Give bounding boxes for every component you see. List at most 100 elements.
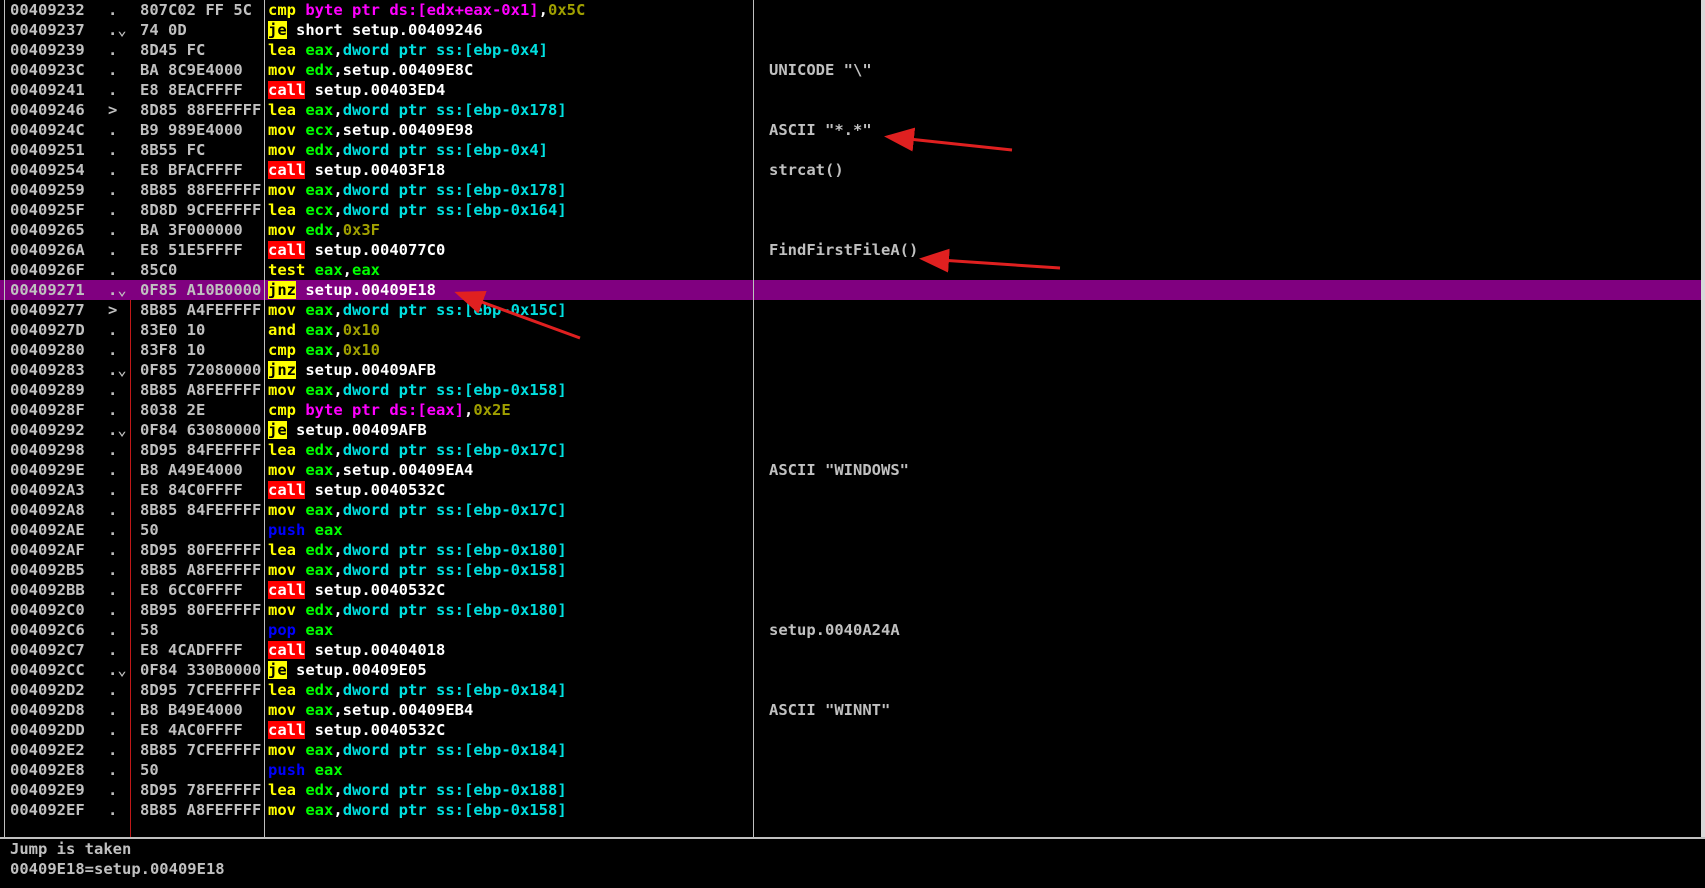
address-cell: 004092A3 bbox=[10, 481, 85, 499]
disassembly-row[interactable]: 0040929E. B8 A49E4000 mov eax,setup.00409E… bbox=[0, 460, 1705, 480]
operand: eax bbox=[314, 761, 343, 779]
vertical-scrollbar[interactable] bbox=[1701, 0, 1705, 837]
disassembly-row-selected[interactable]: 00409271 .⌄ 0F85 A10B0000 jnz setup.00409E1… bbox=[0, 280, 1705, 300]
disassembly-row[interactable]: 00409265. BA 3F000000 mov edx,0x3F bbox=[0, 220, 1705, 240]
mnemonic: call bbox=[268, 161, 306, 179]
disassembly-row[interactable]: 0040926F. 85C0 test eax,eax bbox=[0, 260, 1705, 280]
disassembly-row[interactable]: 0040927D. 83E0 10 and eax,0x10 bbox=[0, 320, 1705, 340]
mnemonic: mov bbox=[268, 561, 296, 579]
operand: edx bbox=[305, 781, 334, 799]
operand: , bbox=[333, 801, 343, 819]
instruction-cell: call setup.0040532C bbox=[268, 480, 445, 500]
address-cell: 004092A8 bbox=[10, 501, 85, 519]
disassembly-row[interactable]: 00409277 >8B85 A4FEFFFF mov eax,dword ptr … bbox=[0, 300, 1705, 320]
jump-marker: . bbox=[108, 701, 118, 719]
disassembly-row[interactable]: 00409289. 8B85 A8FEFFFF mov eax,dword ptr … bbox=[0, 380, 1705, 400]
hex-dump-cell: E8 51E5FFFF bbox=[140, 241, 243, 259]
disassembly-row[interactable]: 0040924C. B9 989E4000 mov ecx,setup.00409E… bbox=[0, 120, 1705, 140]
disassembly-row[interactable]: 0040926A. E8 51E5FFFF call setup.004077C0 F… bbox=[0, 240, 1705, 260]
instruction-cell: lea edx,dword ptr ss:[ebp-0x188] bbox=[268, 780, 567, 800]
disassembly-row[interactable]: 0040925F. 8D8D 9CFEFFFF lea ecx,dword ptr … bbox=[0, 200, 1705, 220]
disassembly-row[interactable]: 004092E2. 8B85 7CFEFFFF mov eax,dword ptr … bbox=[0, 740, 1705, 760]
operand: dword ptr ss:[ebp-0x4] bbox=[342, 141, 548, 159]
disassembly-row[interactable]: 004092B5. 8B85 A8FEFFFF mov eax,dword ptr … bbox=[0, 560, 1705, 580]
mnemonic: test bbox=[268, 261, 306, 279]
column-divider-comment[interactable] bbox=[753, 0, 754, 837]
mnemonic: call bbox=[268, 241, 306, 259]
disassembly-row[interactable]: 00409254. E8 BFACFFFF call setup.00403F18 s… bbox=[0, 160, 1705, 180]
info-pane[interactable]: Jump is taken 00409E18=setup.00409E18 bbox=[0, 839, 1705, 888]
disassembly-row[interactable]: 00409251. 8B55 FC mov edx,dword ptr ss:[eb… bbox=[0, 140, 1705, 160]
operand: setup.00409E18 bbox=[305, 281, 436, 299]
disassembly-row[interactable]: 004092CC .⌄ 0F84 330B0000 je setup.00409E05 bbox=[0, 660, 1705, 680]
address-cell: 00409280 bbox=[10, 341, 85, 359]
disassembly-row[interactable]: 004092C6. 58 pop eax setup.0040A24A bbox=[0, 620, 1705, 640]
operand: , bbox=[333, 601, 343, 619]
mnemonic: lea bbox=[268, 541, 296, 559]
address-cell: 00409292 bbox=[10, 421, 85, 439]
operand: edx bbox=[305, 681, 334, 699]
operand: eax bbox=[305, 321, 334, 339]
disassembly-row[interactable]: 00409283 .⌄ 0F85 72080000 jnz setup.00409AF… bbox=[0, 360, 1705, 380]
instruction-cell: jnz setup.00409AFB bbox=[268, 360, 436, 380]
instruction-cell: cmp eax,0x10 bbox=[268, 340, 380, 360]
jump-marker: . bbox=[108, 541, 118, 559]
operand: dword ptr ss:[ebp-0x184] bbox=[342, 741, 567, 759]
instruction-cell: push eax bbox=[268, 520, 343, 540]
address-cell: 00409283 bbox=[10, 361, 85, 379]
disassembly-row[interactable]: 004092DD. E8 4AC0FFFF call setup.0040532C bbox=[0, 720, 1705, 740]
jump-marker: . bbox=[108, 761, 118, 779]
disassembly-row[interactable]: 004092D2. 8D95 7CFEFFFF lea edx,dword ptr … bbox=[0, 680, 1705, 700]
hex-dump-cell: 8B85 A8FEFFFF bbox=[140, 381, 262, 399]
disassembly-row[interactable]: 00409241. E8 8EACFFFF call setup.00403ED4 bbox=[0, 80, 1705, 100]
operand: byte ptr ds:[eax] bbox=[305, 401, 464, 419]
address-cell: 0040929E bbox=[10, 461, 85, 479]
disassembly-row[interactable]: 00409232. 807C02 FF 5C cmp byte ptr ds:[ed… bbox=[0, 0, 1705, 20]
hex-dump-cell: 8D85 88FEFFFF bbox=[140, 101, 262, 119]
address-cell: 00409241 bbox=[10, 81, 85, 99]
disassembly-row[interactable]: 004092D8. B8 B49E4000 mov eax,setup.00409E… bbox=[0, 700, 1705, 720]
mnemonic: lea bbox=[268, 101, 296, 119]
address-cell: 004092C6 bbox=[10, 621, 85, 639]
address-cell: 0040926A bbox=[10, 241, 85, 259]
address-cell: 0040924C bbox=[10, 121, 85, 139]
disassembly-row[interactable]: 004092A3. E8 84C0FFFF call setup.0040532C bbox=[0, 480, 1705, 500]
column-divider-hex[interactable] bbox=[264, 0, 265, 837]
jump-target-text: 00409E18=setup.00409E18 bbox=[10, 860, 225, 878]
disassembly-row[interactable]: 00409298. 8D95 84FEFFFF lea edx,dword ptr … bbox=[0, 440, 1705, 460]
hex-dump-cell: 0F84 63080000 bbox=[140, 421, 262, 439]
jump-marker: . bbox=[108, 521, 118, 539]
mnemonic: mov bbox=[268, 181, 296, 199]
operand: , bbox=[333, 541, 343, 559]
operand: , bbox=[538, 1, 548, 19]
disassembly-row[interactable]: 0040928F. 8038 2E cmp byte ptr ds:[eax],0x… bbox=[0, 400, 1705, 420]
disassembly-row[interactable]: 00409292 .⌄ 0F84 63080000 je setup.00409AFB bbox=[0, 420, 1705, 440]
disassembly-row[interactable]: 00409239. 8D45 FC lea eax,dword ptr ss:[eb… bbox=[0, 40, 1705, 60]
disassembly-row[interactable]: 0040923C. BA 8C9E4000 mov edx,setup.00409E… bbox=[0, 60, 1705, 80]
operand: , bbox=[333, 501, 343, 519]
address-cell: 004092C7 bbox=[10, 641, 85, 659]
operand: setup.0040532C bbox=[314, 721, 446, 739]
disassembly-row[interactable]: 004092AE. 50 push eax bbox=[0, 520, 1705, 540]
disassembly-row[interactable]: 004092BB. E8 6CC0FFFF call setup.0040532C bbox=[0, 580, 1705, 600]
disassembly-row[interactable]: 004092E9. 8D95 78FEFFFF lea edx,dword ptr … bbox=[0, 780, 1705, 800]
disassembly-row[interactable]: 004092AF. 8D95 80FEFFFF lea edx,dword ptr … bbox=[0, 540, 1705, 560]
hex-dump-cell: 8B85 A8FEFFFF bbox=[140, 561, 262, 579]
address-cell: 00409277 bbox=[10, 301, 85, 319]
disassembly-row[interactable]: 004092A8. 8B85 84FEFFFF mov eax,dword ptr … bbox=[0, 500, 1705, 520]
disassembly-pane[interactable]: 00409232. 807C02 FF 5C cmp byte ptr ds:[ed… bbox=[0, 0, 1705, 837]
disassembly-row[interactable]: 00409259. 8B85 88FEFFFF mov eax,dword ptr … bbox=[0, 180, 1705, 200]
address-cell: 0040925F bbox=[10, 201, 85, 219]
comment-cell: ASCII "WINNT" bbox=[769, 701, 891, 719]
disassembly-row[interactable]: 00409280. 83F8 10 cmp eax,0x10 bbox=[0, 340, 1705, 360]
disassembly-row[interactable]: 004092E8. 50 push eax bbox=[0, 760, 1705, 780]
disassembly-row[interactable]: 004092C7. E8 4CADFFFF call setup.00404018 bbox=[0, 640, 1705, 660]
address-cell: 004092CC bbox=[10, 661, 85, 679]
disassembly-row[interactable]: 004092EF. 8B85 A8FEFFFF mov eax,dword ptr … bbox=[0, 800, 1705, 820]
disassembly-row[interactable]: 004092C0. 8B95 80FEFFFF mov edx,dword ptr … bbox=[0, 600, 1705, 620]
disassembly-row[interactable]: 00409246 >8D85 88FEFFFF lea eax,dword ptr … bbox=[0, 100, 1705, 120]
disassembly-row[interactable]: 00409237 .⌄ 74 0D je short setup.00409246 bbox=[0, 20, 1705, 40]
hex-dump-cell: 0F84 330B0000 bbox=[140, 661, 262, 679]
operand: eax bbox=[305, 341, 334, 359]
operand: eax bbox=[305, 561, 334, 579]
